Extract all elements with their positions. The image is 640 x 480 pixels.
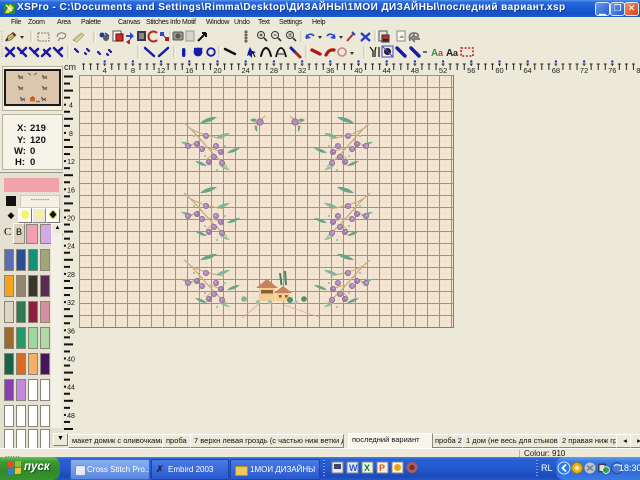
svg-text:8: 8 [131,66,135,75]
svg-text:64: 64 [524,66,532,75]
svg-text:44: 44 [67,385,75,392]
svg-text:32: 32 [67,300,75,307]
svg-text:4: 4 [69,103,73,110]
svg-text:a: a [438,48,444,58]
svg-text:8: 8 [69,131,73,138]
svg-text:80: 80 [636,66,640,75]
svg-text:4: 4 [103,66,107,75]
svg-text:W: W [349,463,358,473]
svg-text:X: X [364,463,370,473]
svg-text:40: 40 [354,66,362,75]
svg-text:28: 28 [270,66,278,75]
svg-text:P: P [379,463,385,473]
svg-text:36: 36 [326,66,334,75]
svg-text:44: 44 [383,66,391,75]
svg-text:56: 56 [467,66,475,75]
svg-text:24: 24 [67,244,75,251]
svg-text:16: 16 [67,187,75,194]
svg-text:48: 48 [67,413,75,420]
svg-text:48: 48 [411,66,419,75]
svg-text:36: 36 [67,328,75,335]
svg-text:72: 72 [580,66,588,75]
svg-text:20: 20 [213,66,221,75]
svg-text:76: 76 [608,66,616,75]
svg-text:a: a [453,48,459,58]
svg-text:16: 16 [185,66,193,75]
svg-text:20: 20 [67,216,75,223]
svg-text:40: 40 [67,357,75,364]
svg-text:52: 52 [439,66,447,75]
svg-text:12: 12 [157,66,165,75]
svg-text:12: 12 [67,159,75,166]
svg-text:60: 60 [495,66,503,75]
svg-text:24: 24 [242,66,250,75]
svg-text:68: 68 [552,66,560,75]
svg-text:32: 32 [298,66,306,75]
svg-text:28: 28 [67,272,75,279]
